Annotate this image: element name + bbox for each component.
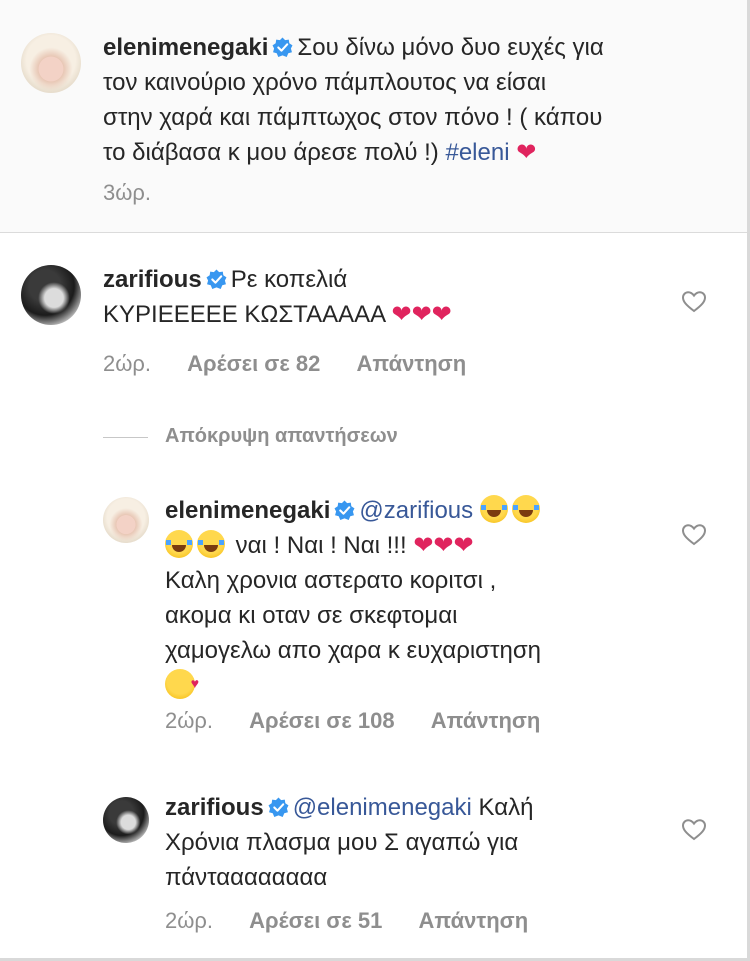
tears-of-joy-emoji <box>165 530 193 558</box>
avatar[interactable] <box>103 497 149 543</box>
comment-line: Ρε κοπελιά <box>230 266 348 293</box>
avatar[interactable] <box>21 265 81 325</box>
red-heart-emoji: ❤❤❤ <box>413 532 474 559</box>
heart-outline-icon[interactable] <box>681 290 707 314</box>
reply-meta: 2ώρ. Αρέσει σε 108 Απάντηση <box>165 708 570 734</box>
mention-link[interactable]: @zarifious <box>359 497 473 524</box>
caption-line: στην χαρά και πάμπτωχος στον πόνο ! ( κά… <box>103 104 603 131</box>
hide-replies-line <box>103 437 148 438</box>
reply-line: ακομα κι οταν σε σκεφτομαι <box>165 602 458 629</box>
reply-text: zarifious @elenimenegaki Καλή Χρόνια πλασ… <box>165 790 665 895</box>
reply-time: 2ώρ. <box>165 908 214 933</box>
heart-outline-icon[interactable] <box>681 523 707 547</box>
comment-username[interactable]: zarifious <box>103 266 202 293</box>
comment-time: 2ώρ. <box>103 351 152 376</box>
tears-of-joy-emoji <box>479 495 508 523</box>
likes-count[interactable]: Αρέσει σε 108 <box>249 708 394 734</box>
caption-line: το διάβασα κ μου άρεσε πολύ !) <box>103 139 439 166</box>
hashtag-link[interactable]: #eleni <box>445 139 509 166</box>
verified-badge-icon <box>268 797 289 817</box>
reply-line: πάνταααααααα <box>165 864 328 891</box>
reply-button[interactable]: Απάντηση <box>431 708 541 734</box>
red-heart-emoji: ❤❤❤ <box>391 301 452 328</box>
caption-divider <box>0 232 750 233</box>
caption-username[interactable]: elenimenegaki <box>103 34 268 61</box>
reply-time: 2ώρ. <box>165 708 214 733</box>
comment-text: zarifious Ρε κοπελιά ΚΥΡΙΕΕΕΕΕ ΚΩΣΤΑΑΑΑΑ … <box>103 262 663 332</box>
heart-outline-icon[interactable] <box>681 818 707 842</box>
red-heart-emoji: ❤ <box>516 139 537 166</box>
reply-text: elenimenegaki @zarifious ναι ! Ναι ! Ναι … <box>165 493 665 703</box>
caption-time: 3ώρ. <box>103 180 152 205</box>
reply-username[interactable]: elenimenegaki <box>165 497 330 524</box>
caption-meta: 3ώρ. <box>103 180 181 206</box>
avatar[interactable] <box>103 797 149 843</box>
tears-of-joy-emoji <box>197 530 225 558</box>
likes-count[interactable]: Αρέσει σε 82 <box>187 351 320 377</box>
verified-badge-icon <box>272 37 293 57</box>
avatar[interactable] <box>21 33 81 93</box>
reply-button[interactable]: Απάντηση <box>357 351 467 377</box>
face-blowing-kiss-emoji <box>165 666 199 701</box>
reply-line: ναι ! Ναι ! Ναι !!! <box>235 532 407 559</box>
reply-line: Καλη χρονια αστερατο κοριτσι , <box>165 567 497 594</box>
likes-count[interactable]: Αρέσει σε 51 <box>249 908 382 934</box>
tears-of-joy-emoji <box>511 495 540 523</box>
comment-meta: 2ώρ. Αρέσει σε 82 Απάντηση <box>103 351 496 377</box>
comment-line: ΚΥΡΙΕΕΕΕΕ ΚΩΣΤΑΑΑΑΑ <box>103 301 385 328</box>
verified-badge-icon <box>334 500 355 520</box>
reply-username[interactable]: zarifious <box>165 794 264 821</box>
caption-text: elenimenegaki Σου δίνω μόνο δυο ευχές για… <box>103 30 733 170</box>
verified-badge-icon <box>206 269 227 289</box>
reply-line: Καλή <box>478 794 534 821</box>
reply-meta: 2ώρ. Αρέσει σε 51 Απάντηση <box>165 908 558 934</box>
reply-line: Χρόνια πλασμα μου Σ αγαπώ για <box>165 829 519 856</box>
reply-button[interactable]: Απάντηση <box>419 908 529 934</box>
caption-line: τον καινούριο χρόνο πάμπλουτος να είσαι <box>103 69 547 96</box>
reply-line: χαμογελω απο χαρα κ ευχαριστηση <box>165 637 541 664</box>
caption-line: Σου δίνω μόνο δυο ευχές για <box>297 34 604 61</box>
mention-link[interactable]: @elenimenegaki <box>293 794 472 821</box>
hide-replies-button[interactable]: Απόκρυψη απαντήσεων <box>165 425 398 448</box>
